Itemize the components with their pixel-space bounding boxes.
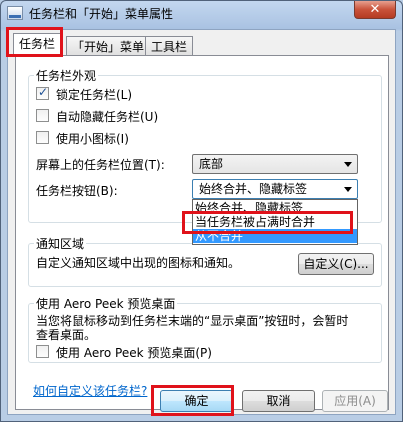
position-select-value: 底部	[199, 157, 224, 171]
lock-taskbar-checkbox[interactable]	[36, 85, 49, 100]
ok-button[interactable]: 确定	[160, 390, 233, 412]
chevron-down-icon	[344, 187, 352, 192]
dropdown-option[interactable]: 始终合并、隐藏标签	[193, 201, 357, 215]
tab-taskbar[interactable]: 任务栏	[13, 33, 62, 57]
tab-toolbars[interactable]: 工具栏	[145, 36, 194, 57]
tab-start-menu[interactable]: 「开始」菜单	[66, 36, 151, 57]
small-icons-label: 使用小图标(I)	[56, 132, 129, 146]
notification-description: 自定义通知区域中出现的图标和通知。	[36, 256, 241, 270]
aero-peek-description-line2: 查看桌面。	[36, 328, 97, 342]
taskbar-buttons-dropdown: 始终合并、隐藏标签 当任务栏被占满时合并 从不合并	[192, 199, 358, 245]
position-select[interactable]: 底部	[192, 154, 358, 174]
dialog-window: 任务栏和「开始」菜单属性 ✕ 任务栏 「开始」菜单 工具栏 任务栏外观 锁定任务…	[0, 0, 403, 422]
autohide-checkbox[interactable]	[36, 109, 49, 122]
title-bar[interactable]: 任务栏和「开始」菜单属性 ✕	[1, 1, 402, 25]
position-label: 屏幕上的任务栏位置(T):	[36, 158, 165, 172]
lock-taskbar-label: 锁定任务栏(L)	[56, 88, 133, 102]
taskbar-app-icon	[7, 6, 23, 20]
close-button[interactable]: ✕	[354, 1, 396, 19]
dropdown-option-selected[interactable]: 从不合并	[193, 229, 357, 243]
help-link[interactable]: 如何自定义该任务栏?	[33, 382, 147, 399]
autohide-label: 自动隐藏任务栏(U)	[56, 110, 159, 124]
tab-panel-taskbar: 任务栏外观 锁定任务栏(L) 自动隐藏任务栏(U) 使用小图标(I) 屏幕上的任…	[15, 55, 389, 410]
aero-peek-checkbox-label: 使用 Aero Peek 预览桌面(P)	[56, 346, 212, 360]
taskbar-buttons-select[interactable]: 始终合并、隐藏标签	[192, 179, 358, 199]
notification-group-label: 通知区域	[34, 235, 87, 252]
cancel-button[interactable]: 取消	[242, 390, 315, 412]
small-icons-checkbox[interactable]	[36, 131, 49, 144]
dialog-client-area: 任务栏 「开始」菜单 工具栏 任务栏外观 锁定任务栏(L) 自动隐藏任务栏(U)…	[7, 29, 396, 415]
window-title: 任务栏和「开始」菜单属性	[29, 7, 174, 21]
taskbar-buttons-select-value: 始终合并、隐藏标签	[199, 182, 308, 196]
customize-button[interactable]: 自定义(C)...	[298, 253, 374, 275]
apply-button[interactable]: 应用(A)	[322, 390, 388, 412]
aero-peek-checkbox[interactable]	[36, 345, 49, 358]
aero-peek-group-label: 使用 Aero Peek 预览桌面	[34, 295, 178, 312]
appearance-group-label: 任务栏外观	[34, 67, 99, 84]
dropdown-option[interactable]: 当任务栏被占满时合并	[193, 215, 357, 229]
chevron-down-icon	[344, 162, 352, 167]
taskbar-buttons-label: 任务栏按钮(B):	[36, 184, 118, 198]
